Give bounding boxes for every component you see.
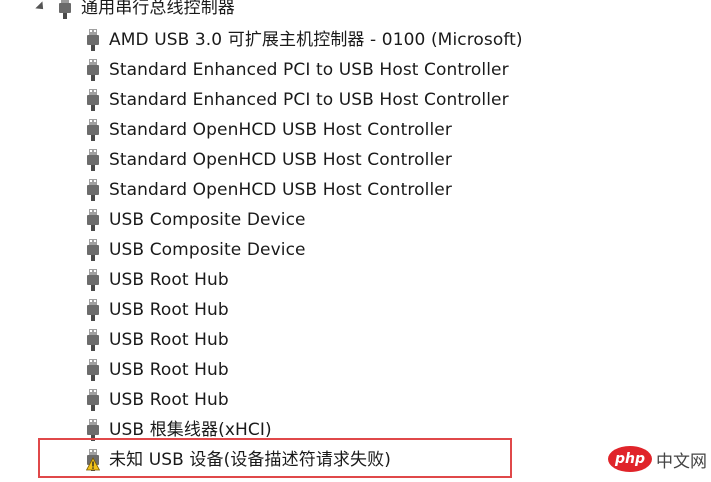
usb-plug-icon [87,179,99,201]
usb-plug-icon [87,59,99,81]
usb-plug-icon [87,89,99,111]
device-row[interactable]: Standard OpenHCD USB Host Controller [86,146,452,174]
usb-plug-icon [87,389,99,411]
device-label: Standard Enhanced PCI to USB Host Contro… [109,60,509,80]
usb-plug-icon [87,299,99,321]
device-label: USB Root Hub [109,360,229,380]
usb-plug-icon [87,149,99,171]
collapse-arrow-icon[interactable] [35,1,47,13]
usb-plug-icon [87,329,99,351]
device-label: AMD USB 3.0 可扩展主机控制器 - 0100 (Microsoft) [109,30,523,50]
device-label: Standard OpenHCD USB Host Controller [109,180,452,200]
device-label: Standard OpenHCD USB Host Controller [109,150,452,170]
usb-plug-icon [87,239,99,261]
php-logo: php [608,446,652,472]
device-row[interactable]: Standard OpenHCD USB Host Controller [86,116,452,144]
device-label: USB Root Hub [109,390,229,410]
device-row[interactable]: AMD USB 3.0 可扩展主机控制器 - 0100 (Microsoft) [86,26,523,54]
device-row[interactable]: Standard Enhanced PCI to USB Host Contro… [86,86,509,114]
watermark-site-text: 中文网 [656,451,707,472]
device-label: USB Composite Device [109,240,306,260]
next-category-row-cut [54,476,114,482]
device-row[interactable]: USB Composite Device [86,206,306,234]
device-row[interactable]: USB Composite Device [86,236,306,264]
device-row[interactable]: USB Root Hub [86,326,229,354]
php-cn-watermark: php 中文网 [608,446,707,472]
device-row[interactable]: USB Root Hub [86,386,229,414]
usb-plug-icon [87,359,99,381]
device-label: Standard Enhanced PCI to USB Host Contro… [109,90,509,110]
usb-controller-icon [59,0,71,19]
category-label: 通用串行总线控制器 [81,0,235,18]
device-row[interactable]: USB Root Hub [86,296,229,324]
device-label: USB Root Hub [109,330,229,350]
device-row[interactable]: USB Root Hub [86,356,229,384]
device-label: USB Root Hub [109,300,229,320]
usb-plug-icon [87,209,99,231]
device-row[interactable]: Standard OpenHCD USB Host Controller [86,176,452,204]
device-label: Standard OpenHCD USB Host Controller [109,120,452,140]
device-label: USB Composite Device [109,210,306,230]
category-usb-controllers[interactable]: 通用串行总线控制器 [35,0,235,22]
usb-plug-icon [87,269,99,291]
device-row[interactable]: USB Root Hub [86,266,229,294]
usb-plug-icon [87,29,99,51]
device-label: USB Root Hub [109,270,229,290]
device-row[interactable]: Standard Enhanced PCI to USB Host Contro… [86,56,509,84]
highlight-annotation-box [38,438,512,478]
usb-plug-icon [87,119,99,141]
device-manager-tree: 通用串行总线控制器 AMD USB 3.0 可扩展主机控制器 - 0100 (M… [0,0,711,482]
